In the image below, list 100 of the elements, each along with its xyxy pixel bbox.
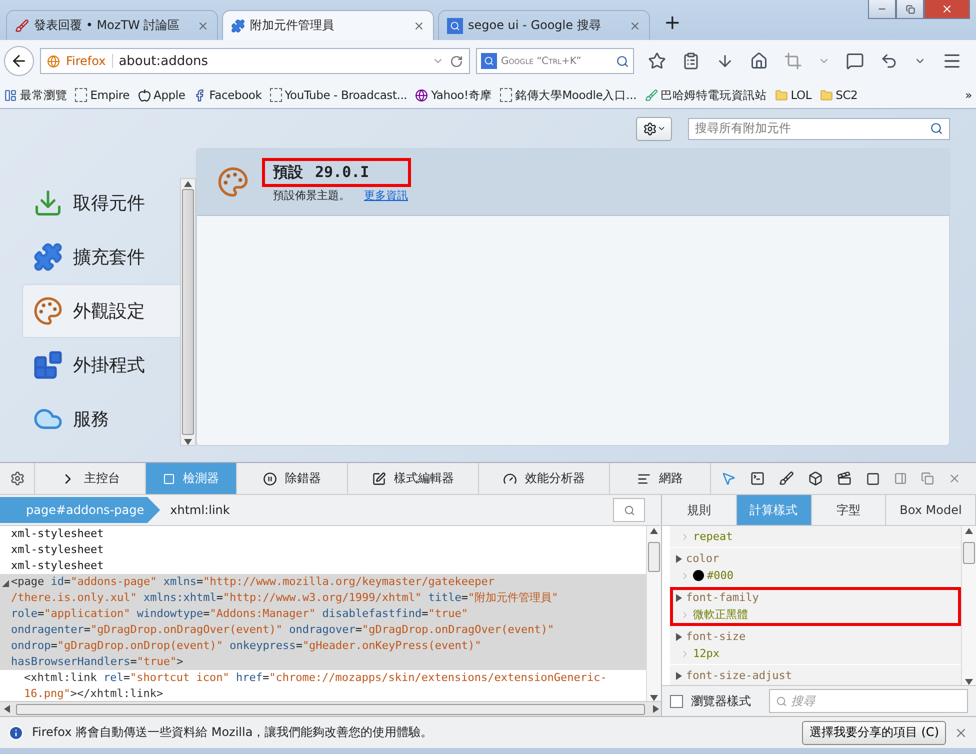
bookmark-item[interactable]: SC2 bbox=[820, 88, 858, 102]
close-button[interactable] bbox=[924, 0, 970, 19]
scroll-up-icon[interactable] bbox=[184, 179, 192, 187]
close-icon[interactable] bbox=[413, 20, 425, 32]
blank-page-icon bbox=[75, 88, 88, 102]
share-button[interactable]: 選擇我要分享的項目 (C) bbox=[802, 720, 946, 744]
close-icon[interactable] bbox=[197, 20, 209, 32]
download-icon bbox=[33, 188, 63, 218]
more-info-link[interactable]: 更多資訊 bbox=[364, 188, 408, 203]
dock-icon[interactable] bbox=[894, 472, 907, 485]
property-name[interactable]: font-family bbox=[670, 589, 961, 606]
bookmark-item[interactable]: 最常瀏覽 bbox=[4, 88, 68, 102]
search-field[interactable]: Google “Ctrl+K” bbox=[476, 48, 634, 74]
markup-line[interactable]: xml-stylesheet bbox=[0, 558, 646, 574]
star-icon[interactable] bbox=[648, 52, 666, 70]
category-item[interactable]: 服務 bbox=[22, 392, 180, 446]
markup-line[interactable]: xml-stylesheet bbox=[0, 526, 646, 542]
bookmark-item[interactable]: 巴哈姆特電玩資訊站 bbox=[644, 88, 767, 102]
category-item[interactable]: 外掛程式 bbox=[22, 338, 180, 392]
url-text: about:addons bbox=[118, 54, 210, 68]
pause-icon bbox=[263, 472, 277, 486]
close-icon[interactable] bbox=[948, 472, 961, 485]
overflow-chevron[interactable]: » bbox=[965, 88, 972, 102]
twisty-icon[interactable] bbox=[2, 580, 9, 587]
settings-button[interactable] bbox=[636, 116, 672, 140]
lines-icon bbox=[637, 472, 651, 486]
browser-tab[interactable]: 附加元件管理員 bbox=[222, 10, 434, 40]
frame-icon[interactable] bbox=[866, 472, 880, 486]
info-icon bbox=[8, 724, 24, 740]
scrollbar[interactable] bbox=[0, 701, 661, 716]
restore-icon bbox=[906, 4, 914, 14]
back-button[interactable] bbox=[4, 46, 34, 76]
folder-icon bbox=[774, 88, 788, 102]
markup-line[interactable]: 16.png"></xhtml:link> bbox=[0, 686, 646, 701]
bookmark-item[interactable]: Facebook bbox=[193, 88, 262, 102]
bookmark-item[interactable]: 銘傳大學Moodle入口... bbox=[500, 88, 637, 102]
globe-icon bbox=[47, 54, 60, 68]
reload-icon[interactable] bbox=[450, 54, 463, 68]
window-icon[interactable] bbox=[921, 472, 934, 485]
panel-tab[interactable]: 字型 bbox=[812, 495, 886, 525]
expand-icon[interactable] bbox=[674, 594, 682, 602]
property-value: 12px bbox=[670, 645, 961, 662]
palette-icon bbox=[217, 166, 249, 198]
undo-icon[interactable] bbox=[880, 52, 898, 70]
close-icon[interactable] bbox=[629, 20, 641, 32]
markup-line[interactable]: xml-stylesheet bbox=[0, 542, 646, 558]
scroll-down-icon[interactable] bbox=[184, 437, 192, 445]
pointer-icon[interactable] bbox=[721, 471, 736, 486]
scroll-thumb[interactable] bbox=[16, 704, 645, 714]
panel-tab[interactable]: Box Model bbox=[886, 495, 976, 525]
property-value: 微軟正黑體 bbox=[670, 606, 961, 623]
download-icon[interactable] bbox=[716, 52, 734, 70]
bookmark-item[interactable]: Empire bbox=[75, 88, 130, 102]
search-engine-icon bbox=[447, 18, 463, 34]
scroll-thumb[interactable] bbox=[963, 542, 975, 564]
bookmark-item[interactable]: LOL bbox=[774, 88, 812, 102]
property-name[interactable]: font-size bbox=[670, 628, 961, 645]
category-item[interactable]: 外觀設定 bbox=[22, 284, 180, 338]
terminal-icon[interactable] bbox=[750, 471, 765, 486]
checkbox[interactable] bbox=[670, 694, 683, 708]
checkbox-label: 瀏覽器樣式 bbox=[691, 692, 751, 710]
search-field[interactable]: 搜尋所有附加元件 bbox=[688, 118, 950, 140]
close-icon bbox=[941, 3, 953, 15]
chat-icon[interactable] bbox=[846, 52, 864, 70]
breadcrumb[interactable]: xhtml:link bbox=[160, 497, 246, 523]
search-icon bbox=[624, 504, 634, 516]
new-tab-button[interactable]: + bbox=[654, 10, 691, 40]
markup-line[interactable]: <xhtml:link rel="shortcut icon" href="chrome://mozapps/skin/extensions/extensionGeneric- bbox=[0, 670, 646, 686]
bookmark-item[interactable]: Yahoo!奇摩 bbox=[415, 88, 492, 102]
property-name[interactable]: color bbox=[670, 550, 961, 567]
search-icon[interactable] bbox=[616, 54, 629, 68]
bookmark-item[interactable]: Apple bbox=[138, 88, 186, 102]
expand-icon[interactable] bbox=[674, 632, 682, 640]
bookmark-item[interactable]: YouTube - Broadcast... bbox=[270, 88, 408, 102]
home-icon[interactable] bbox=[750, 52, 768, 70]
scroll-right-icon[interactable] bbox=[651, 705, 659, 713]
scroll-thumb[interactable] bbox=[648, 542, 660, 572]
caret-icon bbox=[656, 124, 666, 133]
property-name[interactable]: font-size-adjust bbox=[670, 667, 961, 684]
scrollbar[interactable] bbox=[961, 526, 976, 685]
scroll-left-icon[interactable] bbox=[2, 705, 10, 713]
search-button[interactable] bbox=[613, 498, 645, 522]
puzzle-icon bbox=[33, 242, 63, 272]
brush-icon[interactable] bbox=[779, 471, 794, 486]
addon-item[interactable]: 預設 29.0.I 預設佈景主題。 更多資訊 bbox=[197, 149, 949, 216]
category-item[interactable]: 擴充套件 bbox=[22, 230, 180, 284]
expand-icon[interactable] bbox=[674, 672, 682, 680]
maximize-button[interactable] bbox=[896, 0, 924, 19]
clipboard-icon[interactable] bbox=[682, 52, 700, 70]
puzzle-icon bbox=[231, 18, 245, 32]
scrollbar[interactable] bbox=[646, 526, 661, 701]
clapperboard-icon[interactable] bbox=[837, 471, 852, 486]
globe-icon bbox=[415, 88, 428, 102]
expand-icon[interactable] bbox=[674, 554, 682, 562]
cube-icon[interactable] bbox=[808, 471, 823, 486]
address-field[interactable]: Firefox about:addons bbox=[40, 48, 470, 74]
scroll-thumb[interactable] bbox=[182, 189, 194, 435]
crop-icon[interactable] bbox=[784, 52, 802, 70]
scrollbar[interactable] bbox=[180, 178, 196, 446]
category-item[interactable]: 取得元件 bbox=[22, 176, 180, 230]
